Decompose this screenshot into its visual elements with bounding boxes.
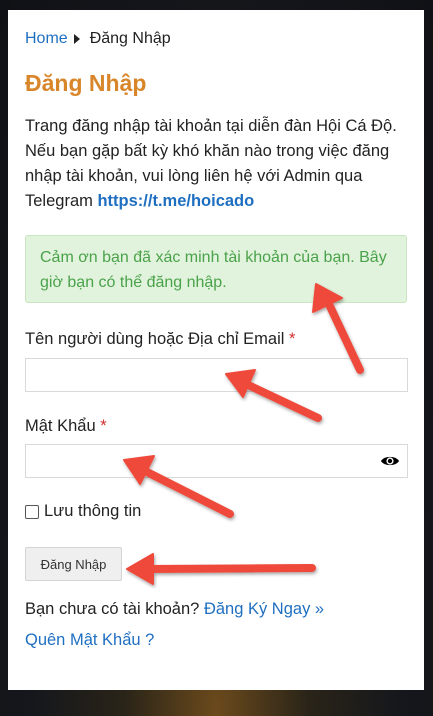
breadcrumb-current: Đăng Nhập: [89, 30, 171, 47]
breadcrumb: Home Đăng Nhập: [25, 30, 171, 48]
breadcrumb-home-link[interactable]: Home: [25, 30, 68, 48]
intro-text: Trang đăng nhập tài khoản tại diễn đàn H…: [25, 114, 405, 214]
page-title: Đăng Nhập: [25, 70, 147, 96]
login-button[interactable]: Đăng Nhập: [25, 547, 122, 581]
password-label: Mật Khẩu *: [25, 417, 107, 436]
required-mark: *: [289, 330, 296, 348]
username-label: Tên người dùng hoặc Địa chỉ Email *: [25, 330, 295, 349]
password-input[interactable]: [25, 444, 408, 478]
success-notice: Cảm ơn bạn đã xác minh tài khoản của bạn…: [25, 235, 407, 303]
remember-label: Lưu thông tin: [44, 502, 142, 520]
password-label-text: Mật Khẩu: [25, 417, 96, 435]
register-line: Bạn chưa có tài khoản? Đăng Ký Ngay »: [25, 600, 324, 619]
remember-checkbox[interactable]: [25, 504, 39, 519]
eye-icon[interactable]: [380, 453, 400, 469]
username-label-text: Tên người dùng hoặc Địa chỉ Email: [25, 330, 285, 348]
required-mark: *: [100, 417, 107, 435]
remember-me[interactable]: Lưu thông tin: [25, 502, 141, 521]
register-prompt: Bạn chưa có tài khoản?: [25, 600, 200, 618]
forgot-password-link[interactable]: Quên Mật Khẩu ?: [25, 631, 154, 650]
register-link[interactable]: Đăng Ký Ngay »: [204, 600, 324, 618]
caret-right-icon: [73, 34, 80, 44]
login-card: Home Đăng Nhập Đăng Nhập Trang đăng nhập…: [8, 10, 424, 690]
telegram-link[interactable]: https://t.me/hoicado: [97, 192, 254, 210]
username-input[interactable]: [25, 358, 408, 392]
